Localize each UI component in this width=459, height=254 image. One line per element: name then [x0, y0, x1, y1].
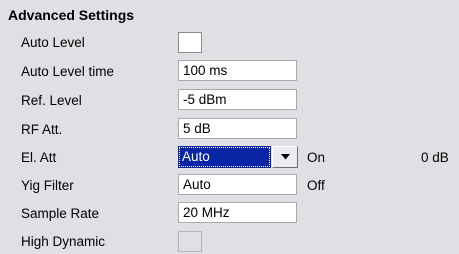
ref-level-label: Ref. Level — [21, 93, 82, 108]
advanced-settings-panel: Advanced Settings Auto Level Auto Level … — [0, 0, 459, 252]
el-att-extra: 0 dB — [421, 150, 449, 165]
row-auto-level-time: Auto Level time 100 ms — [0, 59, 459, 84]
rf-att-field[interactable]: 5 dB — [178, 118, 297, 139]
el-att-dropdown-button[interactable] — [272, 146, 298, 168]
sample-rate-label: Sample Rate — [21, 206, 100, 221]
row-auto-level: Auto Level — [0, 30, 459, 55]
row-high-dynamic: High Dynamic — [0, 229, 459, 254]
el-att-state: On — [307, 150, 326, 165]
yig-filter-state: Off — [307, 178, 325, 193]
auto-level-label: Auto Level — [21, 35, 85, 50]
row-el-att: El. Att Auto On 0 dB — [0, 145, 459, 170]
row-sample-rate: Sample Rate 20 MHz — [0, 201, 459, 226]
ref-level-field[interactable]: -5 dBm — [178, 89, 297, 110]
yig-filter-field[interactable]: Auto — [178, 174, 297, 195]
sample-rate-field[interactable]: 20 MHz — [178, 202, 297, 223]
el-att-label: El. Att — [21, 150, 57, 165]
rf-att-label: RF Att. — [21, 122, 63, 137]
high-dynamic-checkbox[interactable] — [178, 231, 202, 252]
auto-level-time-label: Auto Level time — [21, 64, 115, 79]
auto-level-checkbox[interactable] — [178, 32, 202, 53]
yig-filter-label: Yig Filter — [21, 178, 74, 193]
row-rf-att: RF Att. 5 dB — [0, 117, 459, 142]
row-ref-level: Ref. Level -5 dBm — [0, 88, 459, 113]
section-title: Advanced Settings — [8, 7, 135, 23]
chevron-down-icon — [281, 154, 290, 160]
high-dynamic-label: High Dynamic — [21, 234, 106, 249]
auto-level-time-field[interactable]: 100 ms — [178, 60, 297, 81]
row-yig-filter: Yig Filter Auto Off — [0, 173, 459, 198]
el-att-select[interactable]: Auto — [178, 146, 271, 168]
